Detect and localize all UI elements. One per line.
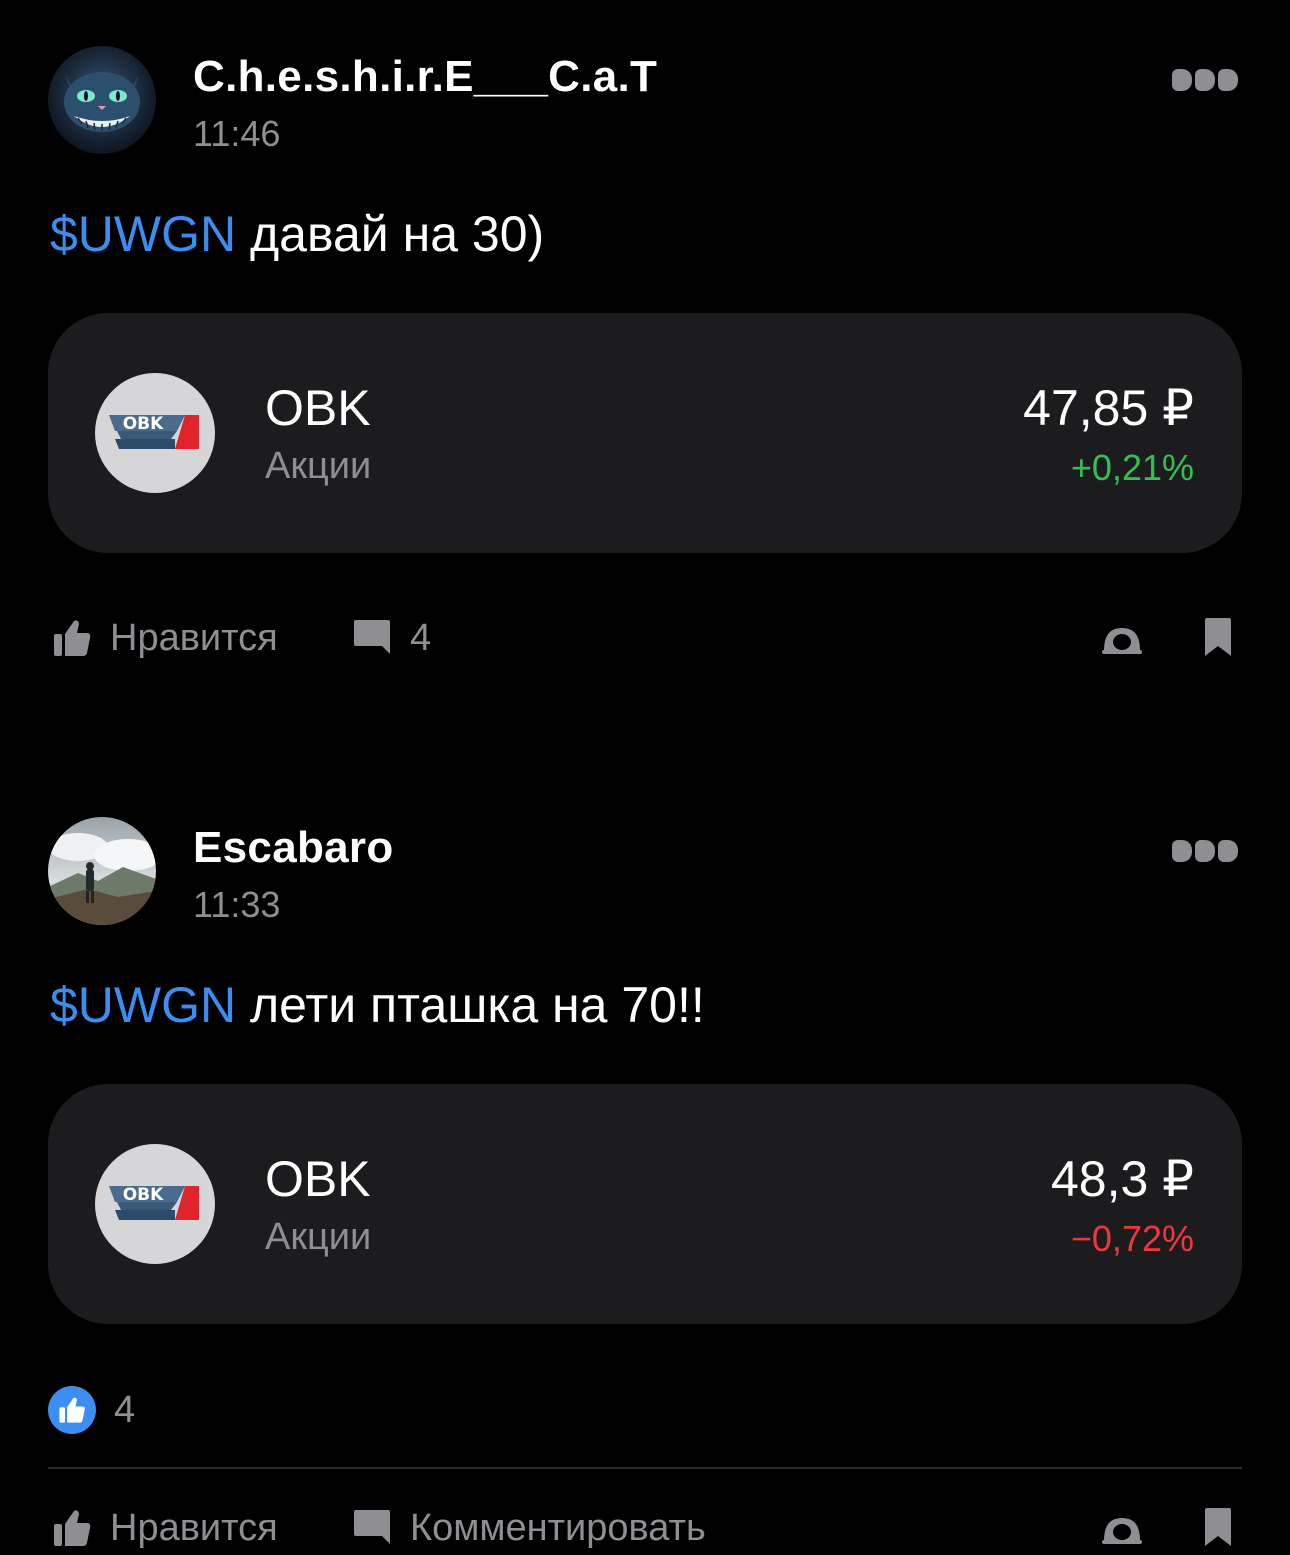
instrument-price: 48,3 ₽: [1050, 1151, 1194, 1207]
like-button[interactable]: Нравится: [52, 1498, 278, 1555]
post-body: давай на 30): [236, 206, 545, 262]
instrument-card[interactable]: OBK OBK Акции 47,85 ₽ +0,21%: [48, 313, 1242, 553]
thumbs-up-icon: [48, 1386, 96, 1434]
instrument-price: 47,85 ₽: [1023, 380, 1194, 436]
author-name[interactable]: C.h.e.s.h.i.r.E___C.a.T: [193, 52, 657, 102]
cat-avatar-image: [48, 46, 156, 154]
like-label: Нравится: [110, 1506, 278, 1549]
ticker-link[interactable]: $UWGN: [50, 977, 236, 1033]
instrument-card[interactable]: OBK OBK Акции 48,3 ₽ −0,72%: [48, 1084, 1242, 1324]
reactions-summary[interactable]: 4: [48, 1386, 135, 1434]
instrument-kind: Акции: [265, 445, 372, 487]
svg-text:OBK: OBK: [123, 414, 164, 434]
instrument-logo: OBK: [95, 1144, 215, 1264]
reaction-count: 4: [114, 1388, 136, 1431]
author-avatar[interactable]: [48, 817, 156, 925]
instrument-change: +0,21%: [1070, 447, 1194, 488]
share-icon[interactable]: [1100, 620, 1144, 656]
bookmark-icon[interactable]: [1205, 618, 1231, 656]
instrument-kind: Акции: [265, 1216, 372, 1258]
instrument-name: OBK: [265, 380, 371, 436]
post-time: 11:46: [193, 113, 281, 154]
comment-button[interactable]: 4: [352, 608, 431, 668]
more-dots-icon[interactable]: [1172, 839, 1238, 863]
mountain-avatar-image: [48, 817, 156, 925]
thumbs-up-icon: [54, 620, 91, 656]
more-dots-icon[interactable]: [1172, 68, 1238, 92]
instrument-logo: OBK: [95, 373, 215, 493]
post-text: $UWGN лети пташка на 70!!: [50, 976, 705, 1034]
like-button[interactable]: Нравится: [52, 608, 278, 668]
post-time: 11:33: [193, 884, 281, 925]
post-actions: Нравится 4: [0, 608, 1290, 668]
divider: [48, 1467, 1242, 1469]
comment-label: Комментировать: [410, 1506, 706, 1549]
post-text: $UWGN давай на 30): [50, 205, 544, 263]
post-body: лети пташка на 70!!: [236, 977, 705, 1033]
instrument-change: −0,72%: [1070, 1218, 1194, 1259]
instrument-name: OBK: [265, 1151, 371, 1207]
comment-bubble-icon: [354, 1510, 390, 1544]
post-actions: Нравится Комментировать: [0, 1498, 1290, 1555]
share-icon[interactable]: [1100, 1510, 1144, 1546]
svg-text:OBK: OBK: [123, 1185, 164, 1205]
thumbs-up-icon: [54, 1510, 91, 1546]
comment-bubble-icon: [354, 620, 390, 654]
ticker-link[interactable]: $UWGN: [50, 206, 236, 262]
like-label: Нравится: [110, 616, 278, 659]
author-avatar[interactable]: [48, 46, 156, 154]
comment-button[interactable]: Комментировать: [352, 1498, 706, 1555]
author-name[interactable]: Escabaro: [193, 823, 394, 873]
comment-count: 4: [410, 616, 432, 659]
bookmark-icon[interactable]: [1205, 1508, 1231, 1546]
